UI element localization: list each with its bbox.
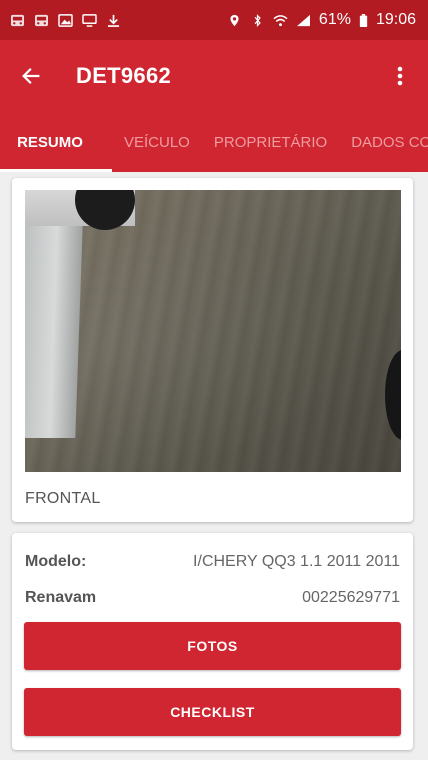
more-options-button[interactable]	[380, 53, 420, 99]
tab-resumo[interactable]: RESUMO	[0, 112, 112, 172]
screen-icon	[82, 13, 97, 27]
download-icon	[106, 14, 121, 27]
battery-icon	[359, 13, 368, 27]
photos-button[interactable]: FOTOS	[24, 622, 401, 670]
status-bar: 61% 19:06	[0, 0, 428, 40]
model-label: Modelo:	[25, 553, 87, 570]
image-icon	[58, 13, 73, 27]
vehicle-photo[interactable]	[25, 190, 401, 472]
photo-left-object	[25, 226, 83, 438]
tab-dados[interactable]: DADOS CO	[339, 112, 428, 172]
model-row: Modelo: I/CHERY QQ3 1.1 2011 2011	[25, 553, 400, 571]
app-bar: DET9662	[0, 40, 428, 112]
wifi-icon	[273, 14, 288, 27]
bluetooth-icon	[250, 13, 265, 27]
tab-bar: RESUMO VEÍCULO PROPRIETÁRIO DADOS CO	[0, 112, 428, 172]
tab-proprietario[interactable]: PROPRIETÁRIO	[202, 112, 339, 172]
back-button[interactable]	[8, 53, 54, 99]
arrow-left-icon	[22, 68, 40, 84]
more-vert-icon	[397, 66, 403, 86]
page-title: DET9662	[76, 63, 172, 88]
signal-icon	[296, 14, 311, 27]
location-icon	[227, 14, 242, 27]
renavam-value: 00225629771	[302, 589, 400, 606]
checklist-button[interactable]: CHECKLIST	[24, 688, 401, 736]
model-value: I/CHERY QQ3 1.1 2011 2011	[193, 553, 400, 570]
photo-caption: FRONTAL	[25, 490, 101, 507]
car-icon	[34, 14, 49, 27]
renavam-row: Renavam 00225629771	[25, 589, 400, 607]
notification-icons	[10, 13, 121, 27]
info-card: Modelo: I/CHERY QQ3 1.1 2011 2011 Renava…	[12, 533, 413, 750]
clock: 19:06	[375, 11, 416, 28]
car-icon	[10, 14, 25, 27]
battery-percent: 61%	[318, 11, 351, 28]
renavam-label: Renavam	[25, 589, 97, 606]
photo-card: FRONTAL	[12, 178, 413, 522]
photo-right-object	[385, 350, 401, 440]
tab-veiculo[interactable]: VEÍCULO	[112, 112, 202, 172]
system-icons: 61% 19:06	[227, 11, 416, 29]
